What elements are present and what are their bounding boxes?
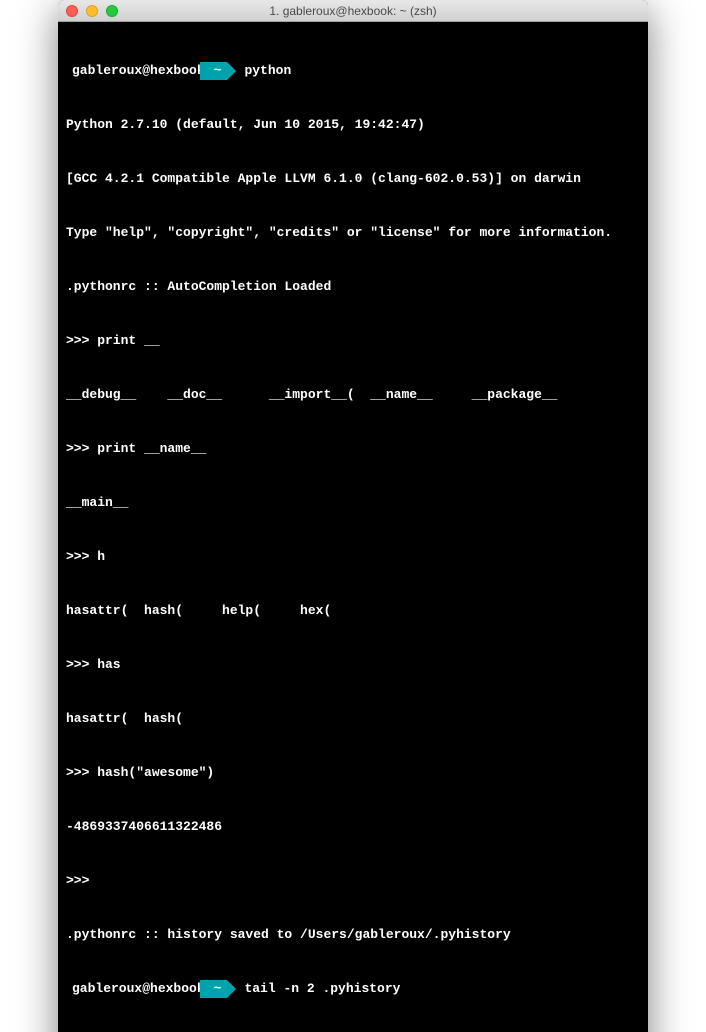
command-input: python [236, 62, 291, 80]
output-line: __main__ [66, 494, 640, 512]
titlebar[interactable]: 1. gableroux@hexbook: ~ (zsh) [58, 0, 648, 22]
terminal-body[interactable]: gableroux@hexbook ~ python Python 2.7.10… [58, 22, 648, 1032]
prompt-line: gableroux@hexbook ~ tail -n 2 .pyhistory [66, 980, 640, 998]
minimize-icon[interactable] [86, 5, 98, 17]
output-line: .pythonrc :: history saved to /Users/gab… [66, 926, 640, 944]
output-line: Python 2.7.10 (default, Jun 10 2015, 19:… [66, 116, 640, 134]
chevron-right-icon [227, 980, 236, 998]
path-segment: ~ [200, 980, 228, 998]
window-title: 1. gableroux@hexbook: ~ (zsh) [58, 4, 648, 18]
path-segment: ~ [200, 62, 228, 80]
terminal-window: 1. gableroux@hexbook: ~ (zsh) gableroux@… [58, 0, 648, 1032]
repl-line: >>> [66, 872, 640, 890]
traffic-lights [66, 5, 118, 17]
output-line: Type "help", "copyright", "credits" or "… [66, 224, 640, 242]
command-input: tail -n 2 .pyhistory [236, 980, 400, 998]
repl-line: >>> has [66, 656, 640, 674]
user-host: gableroux@hexbook [66, 62, 209, 80]
output-line: __debug__ __doc__ __import__( __name__ _… [66, 386, 640, 404]
prompt-line: gableroux@hexbook ~ python [66, 62, 640, 80]
repl-line: >>> hash("awesome") [66, 764, 640, 782]
output-line: hasattr( hash( help( hex( [66, 602, 640, 620]
close-icon[interactable] [66, 5, 78, 17]
output-line: -4869337406611322486 [66, 818, 640, 836]
user-host: gableroux@hexbook [66, 980, 209, 998]
repl-line: >>> h [66, 548, 640, 566]
repl-line: >>> print __name__ [66, 440, 640, 458]
zoom-icon[interactable] [106, 5, 118, 17]
output-line: .pythonrc :: AutoCompletion Loaded [66, 278, 640, 296]
chevron-right-icon [227, 62, 236, 80]
output-line: [GCC 4.2.1 Compatible Apple LLVM 6.1.0 (… [66, 170, 640, 188]
repl-line: >>> print __ [66, 332, 640, 350]
output-line: hasattr( hash( [66, 710, 640, 728]
